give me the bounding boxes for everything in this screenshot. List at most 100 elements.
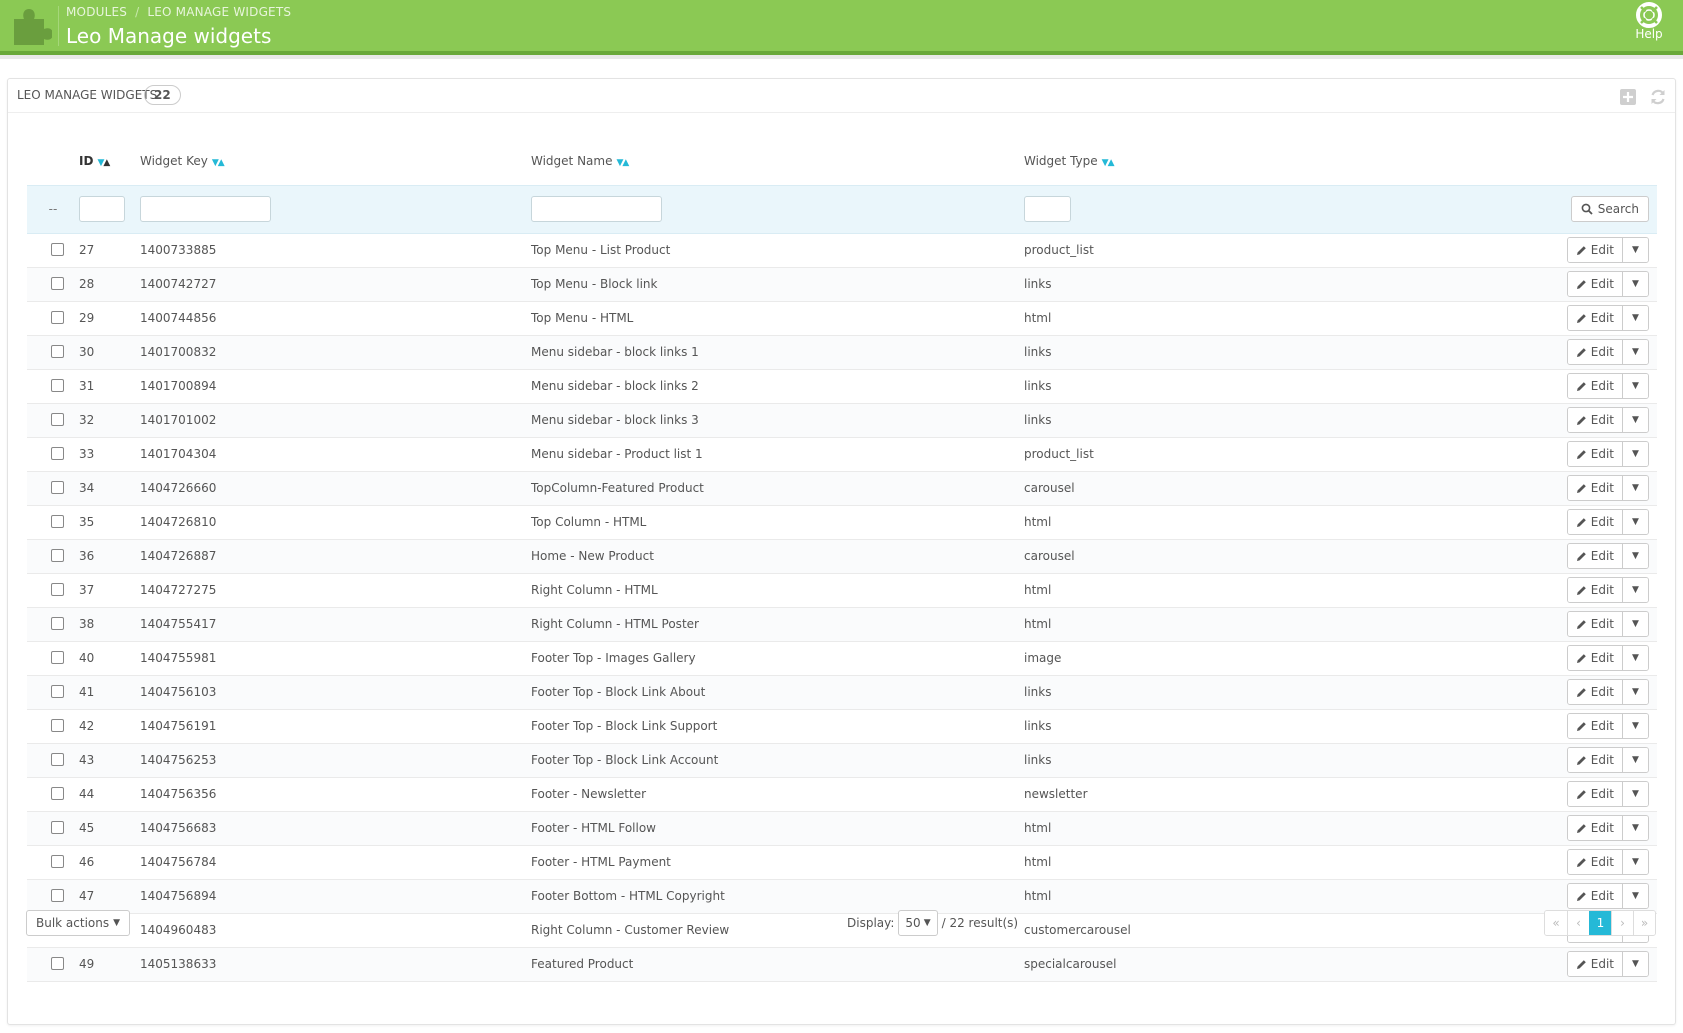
row-checkbox[interactable] bbox=[51, 413, 64, 426]
edit-button[interactable]: Edit bbox=[1567, 238, 1622, 262]
row-actions-dropdown-toggle[interactable]: ▼ bbox=[1622, 510, 1648, 534]
display-per-page-select[interactable]: 50 ▼ bbox=[898, 910, 938, 936]
row-checkbox[interactable] bbox=[51, 821, 64, 834]
edit-button[interactable]: Edit bbox=[1567, 374, 1622, 398]
row-checkbox[interactable] bbox=[51, 515, 64, 528]
row-checkbox[interactable] bbox=[51, 787, 64, 800]
row-actions-dropdown-toggle[interactable]: ▼ bbox=[1622, 646, 1648, 670]
sort-widget-key[interactable]: ▼▲ bbox=[212, 158, 225, 168]
row-actions-dropdown-toggle[interactable]: ▼ bbox=[1622, 306, 1648, 330]
bulk-actions-button[interactable]: Bulk actions ▼ bbox=[26, 910, 131, 936]
edit-button[interactable]: Edit bbox=[1567, 340, 1622, 364]
edit-button[interactable]: Edit bbox=[1567, 646, 1622, 670]
row-actions-dropdown-toggle[interactable]: ▼ bbox=[1622, 816, 1648, 840]
sort-asc-icon[interactable]: ▲ bbox=[103, 158, 110, 168]
caret-down-icon: ▼ bbox=[1632, 551, 1639, 561]
row-checkbox[interactable] bbox=[51, 957, 64, 970]
row-checkbox[interactable] bbox=[51, 855, 64, 868]
row-actions-dropdown-toggle[interactable]: ▼ bbox=[1622, 408, 1648, 432]
row-checkbox[interactable] bbox=[51, 549, 64, 562]
page-last-button[interactable]: » bbox=[1633, 911, 1655, 935]
edit-button-label: Edit bbox=[1590, 957, 1614, 971]
filter-id-input[interactable] bbox=[79, 196, 125, 222]
row-actions-dropdown-toggle[interactable]: ▼ bbox=[1622, 850, 1648, 874]
row-checkbox[interactable] bbox=[51, 481, 64, 494]
row-actions-dropdown-toggle[interactable]: ▼ bbox=[1622, 782, 1648, 806]
row-actions-dropdown-toggle[interactable]: ▼ bbox=[1622, 476, 1648, 500]
row-actions-dropdown-toggle[interactable]: ▼ bbox=[1622, 714, 1648, 738]
row-checkbox[interactable] bbox=[51, 719, 64, 732]
filter-widget-name-input[interactable] bbox=[531, 196, 662, 222]
filter-widget-type-input[interactable] bbox=[1024, 196, 1071, 222]
edit-button[interactable]: Edit bbox=[1567, 884, 1622, 908]
page-next-button[interactable]: › bbox=[1611, 911, 1633, 935]
row-actions-dropdown-toggle[interactable]: ▼ bbox=[1622, 238, 1648, 262]
edit-button[interactable]: Edit bbox=[1567, 680, 1622, 704]
edit-button-label: Edit bbox=[1590, 447, 1614, 461]
row-checkbox[interactable] bbox=[51, 345, 64, 358]
sort-asc-icon[interactable]: ▲ bbox=[1108, 158, 1115, 168]
row-actions-dropdown-toggle[interactable]: ▼ bbox=[1622, 374, 1648, 398]
row-actions-dropdown-toggle[interactable]: ▼ bbox=[1622, 680, 1648, 704]
edit-button[interactable]: Edit bbox=[1567, 850, 1622, 874]
row-checkbox[interactable] bbox=[51, 889, 64, 902]
caret-down-icon: ▼ bbox=[1632, 823, 1639, 833]
edit-button[interactable]: Edit bbox=[1567, 714, 1622, 738]
filter-widget-key-input[interactable] bbox=[140, 196, 271, 222]
row-widget-key: 1404960483 bbox=[140, 913, 531, 948]
table-row: 42 1404756191 Footer Top - Block Link Supp… bbox=[27, 709, 1657, 744]
row-actions-dropdown-toggle[interactable]: ▼ bbox=[1622, 952, 1648, 976]
edit-button[interactable]: Edit bbox=[1567, 816, 1622, 840]
refresh-icon[interactable] bbox=[1649, 88, 1667, 106]
row-actions-dropdown-toggle[interactable]: ▼ bbox=[1622, 748, 1648, 772]
page-prev-button[interactable]: ‹ bbox=[1567, 911, 1589, 935]
row-checkbox[interactable] bbox=[51, 447, 64, 460]
add-new-icon[interactable] bbox=[1619, 88, 1637, 106]
row-actions-dropdown-toggle[interactable]: ▼ bbox=[1622, 272, 1648, 296]
row-checkbox[interactable] bbox=[51, 277, 64, 290]
sort-widget-name[interactable]: ▼▲ bbox=[616, 158, 629, 168]
row-action-group: Edit ▼ bbox=[1566, 645, 1649, 671]
help-button[interactable]: Help bbox=[1633, 2, 1665, 41]
sort-id[interactable]: ▼▲ bbox=[97, 158, 110, 168]
sort-widget-type[interactable]: ▼▲ bbox=[1102, 158, 1115, 168]
breadcrumb-modules[interactable]: MODULES bbox=[66, 5, 127, 19]
row-actions-dropdown-toggle[interactable]: ▼ bbox=[1622, 442, 1648, 466]
edit-button[interactable]: Edit bbox=[1567, 476, 1622, 500]
row-actions-dropdown-toggle[interactable]: ▼ bbox=[1622, 578, 1648, 602]
sort-asc-icon[interactable]: ▲ bbox=[622, 158, 629, 168]
row-widget-key: 1404756103 bbox=[140, 675, 531, 710]
row-checkbox[interactable] bbox=[51, 685, 64, 698]
page-current-button[interactable]: 1 bbox=[1589, 911, 1611, 935]
edit-button[interactable]: Edit bbox=[1567, 782, 1622, 806]
row-actions-dropdown-toggle[interactable]: ▼ bbox=[1622, 340, 1648, 364]
edit-button[interactable]: Edit bbox=[1567, 408, 1622, 432]
caret-down-icon: ▼ bbox=[1632, 415, 1639, 425]
edit-button[interactable]: Edit bbox=[1567, 612, 1622, 636]
edit-button[interactable]: Edit bbox=[1567, 510, 1622, 534]
pencil-icon bbox=[1576, 313, 1586, 323]
edit-button[interactable]: Edit bbox=[1567, 272, 1622, 296]
edit-button[interactable]: Edit bbox=[1567, 952, 1622, 976]
page-first-button[interactable]: « bbox=[1545, 911, 1567, 935]
search-button[interactable]: Search bbox=[1570, 196, 1649, 222]
edit-button[interactable]: Edit bbox=[1567, 578, 1622, 602]
row-actions-dropdown-toggle[interactable]: ▼ bbox=[1622, 544, 1648, 568]
edit-button[interactable]: Edit bbox=[1567, 544, 1622, 568]
row-checkbox[interactable] bbox=[51, 753, 64, 766]
row-actions-dropdown-toggle[interactable]: ▼ bbox=[1622, 612, 1648, 636]
sort-asc-icon[interactable]: ▲ bbox=[218, 158, 225, 168]
row-checkbox[interactable] bbox=[51, 583, 64, 596]
row-checkbox[interactable] bbox=[51, 617, 64, 630]
row-checkbox[interactable] bbox=[51, 651, 64, 664]
row-checkbox[interactable] bbox=[51, 379, 64, 392]
edit-button[interactable]: Edit bbox=[1567, 442, 1622, 466]
edit-button[interactable]: Edit bbox=[1567, 306, 1622, 330]
row-actions-dropdown-toggle[interactable]: ▼ bbox=[1622, 884, 1648, 908]
row-checkbox[interactable] bbox=[51, 311, 64, 324]
row-action-group: Edit ▼ bbox=[1566, 747, 1649, 773]
row-checkbox[interactable] bbox=[51, 243, 64, 256]
edit-button[interactable]: Edit bbox=[1567, 748, 1622, 772]
breadcrumb-leo-manage-widgets[interactable]: LEO MANAGE WIDGETS bbox=[147, 5, 291, 19]
row-widget-name: Footer - Newsletter bbox=[531, 777, 1024, 812]
